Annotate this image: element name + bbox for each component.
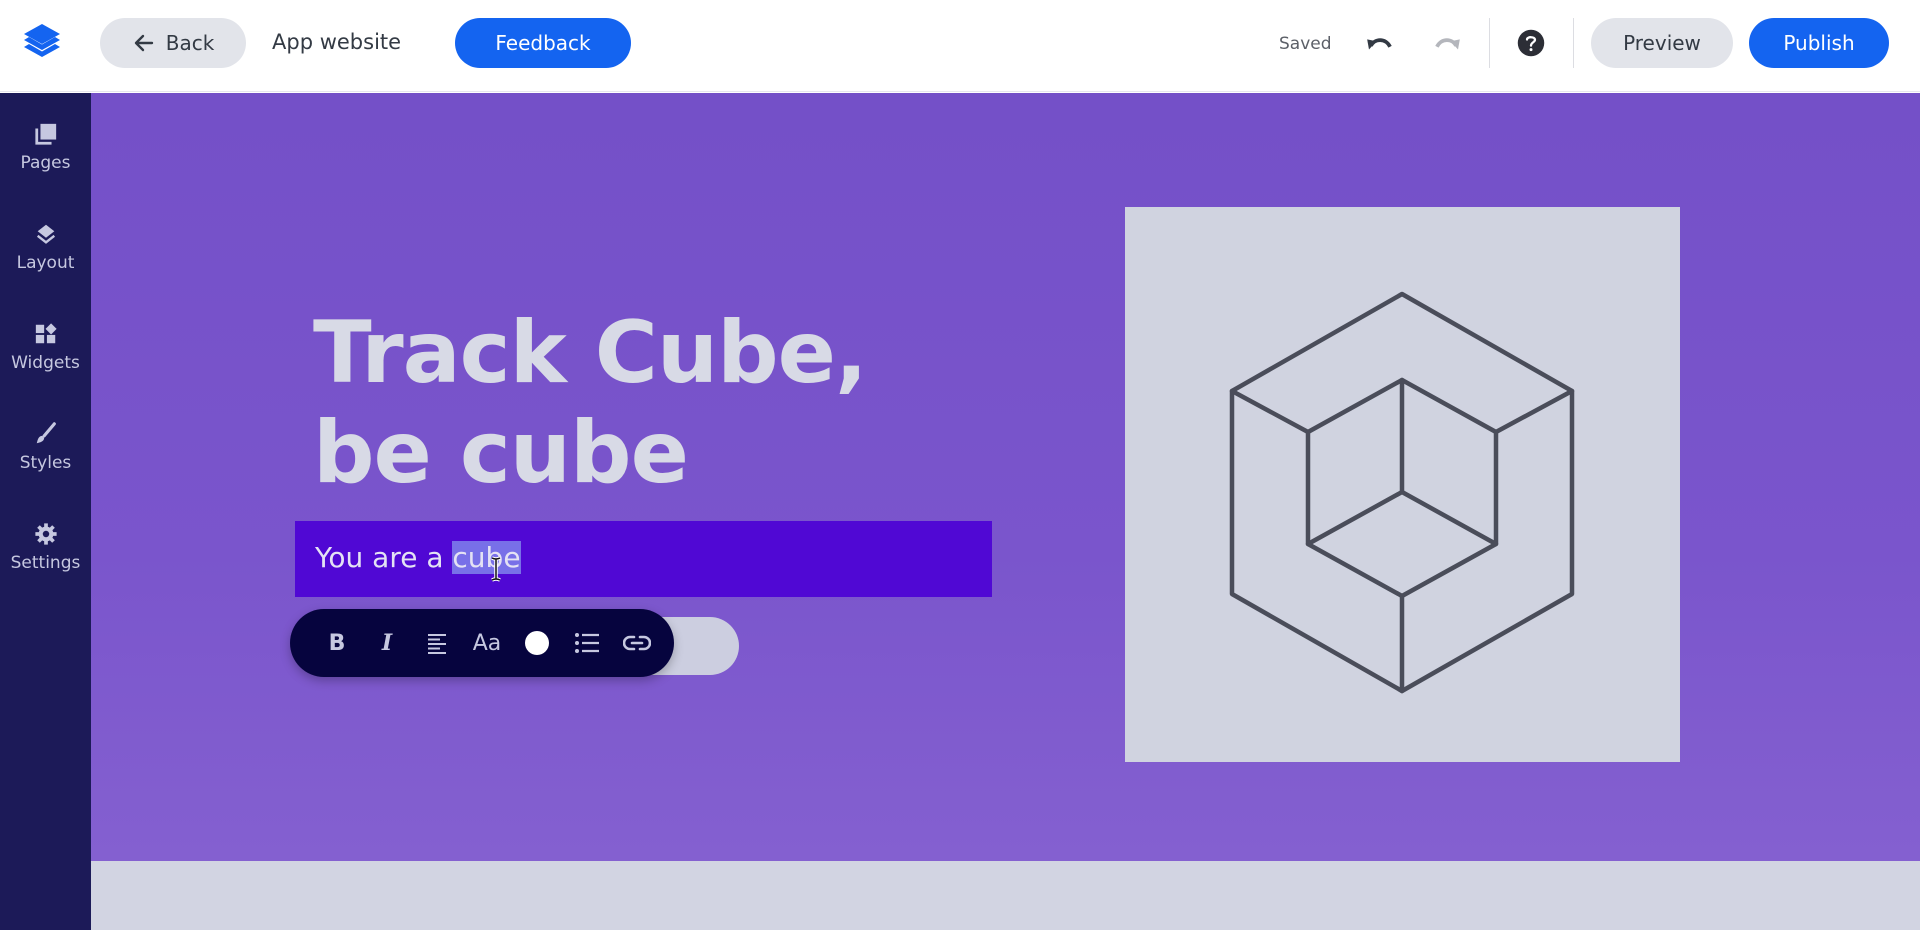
toolbar-divider bbox=[1573, 18, 1574, 68]
sidebar-item-label: Settings bbox=[10, 553, 81, 573]
pages-icon bbox=[33, 121, 59, 147]
brush-icon bbox=[33, 421, 59, 447]
subtitle-text-unselected: You are a bbox=[315, 541, 453, 574]
sidebar-item-label: Widgets bbox=[11, 353, 80, 373]
top-bar: Back App website Feedback Saved Preview … bbox=[0, 0, 1920, 92]
align-left-icon[interactable] bbox=[412, 623, 462, 663]
bullet-list-icon[interactable] bbox=[562, 623, 612, 663]
sidebar-item-styles[interactable]: Styles bbox=[0, 421, 91, 501]
back-button[interactable]: Back bbox=[100, 18, 246, 68]
headline-line-2: be cube bbox=[313, 403, 689, 503]
hero-headline[interactable]: Track Cube, be cube bbox=[313, 303, 868, 503]
sidebar-item-layout[interactable]: Layout bbox=[0, 221, 91, 301]
bold-button[interactable]: B bbox=[312, 623, 362, 663]
link-icon[interactable] bbox=[612, 623, 662, 663]
sidebar-item-label: Layout bbox=[16, 253, 75, 273]
sidebar: Pages Layout Widgets Styles Settings bbox=[0, 93, 91, 930]
widgets-icon bbox=[33, 321, 59, 347]
subtitle-text-block[interactable]: You are a cube bbox=[295, 521, 992, 597]
gear-icon bbox=[33, 521, 59, 547]
preview-button[interactable]: Preview bbox=[1591, 18, 1733, 68]
app-title: App website bbox=[272, 30, 402, 54]
sidebar-item-label: Pages bbox=[20, 153, 71, 173]
italic-button[interactable]: I bbox=[362, 623, 412, 663]
selected-text: cube bbox=[452, 541, 521, 574]
redo-icon[interactable] bbox=[1430, 28, 1464, 60]
headline-line-1: Track Cube, bbox=[313, 303, 868, 403]
save-status: Saved bbox=[1279, 34, 1332, 54]
arrow-left-icon bbox=[134, 34, 153, 52]
layers-logo-icon[interactable] bbox=[18, 20, 66, 66]
layers-icon bbox=[33, 221, 59, 247]
publish-button[interactable]: Publish bbox=[1749, 18, 1889, 68]
cube-illustration[interactable] bbox=[1125, 207, 1680, 762]
sidebar-item-widgets[interactable]: Widgets bbox=[0, 321, 91, 401]
sidebar-item-label: Styles bbox=[19, 453, 72, 473]
color-swatch-icon bbox=[525, 631, 549, 655]
hero-section[interactable]: Track Cube, be cube You are a cube B I A… bbox=[91, 93, 1920, 861]
sidebar-item-pages[interactable]: Pages bbox=[0, 121, 91, 201]
editor-canvas: Track Cube, be cube You are a cube B I A… bbox=[91, 93, 1920, 930]
text-format-toolbar: B I Aa bbox=[290, 609, 674, 677]
toolbar-divider bbox=[1489, 18, 1490, 68]
cube-icon bbox=[1229, 291, 1575, 694]
font-size-button[interactable]: Aa bbox=[462, 623, 512, 663]
help-icon[interactable] bbox=[1514, 26, 1548, 60]
sidebar-item-settings[interactable]: Settings bbox=[0, 521, 91, 601]
back-label: Back bbox=[165, 31, 215, 55]
text-cursor-icon bbox=[491, 556, 501, 582]
feedback-button[interactable]: Feedback bbox=[455, 18, 631, 68]
text-color-button[interactable] bbox=[512, 623, 562, 663]
undo-icon[interactable] bbox=[1363, 28, 1397, 60]
